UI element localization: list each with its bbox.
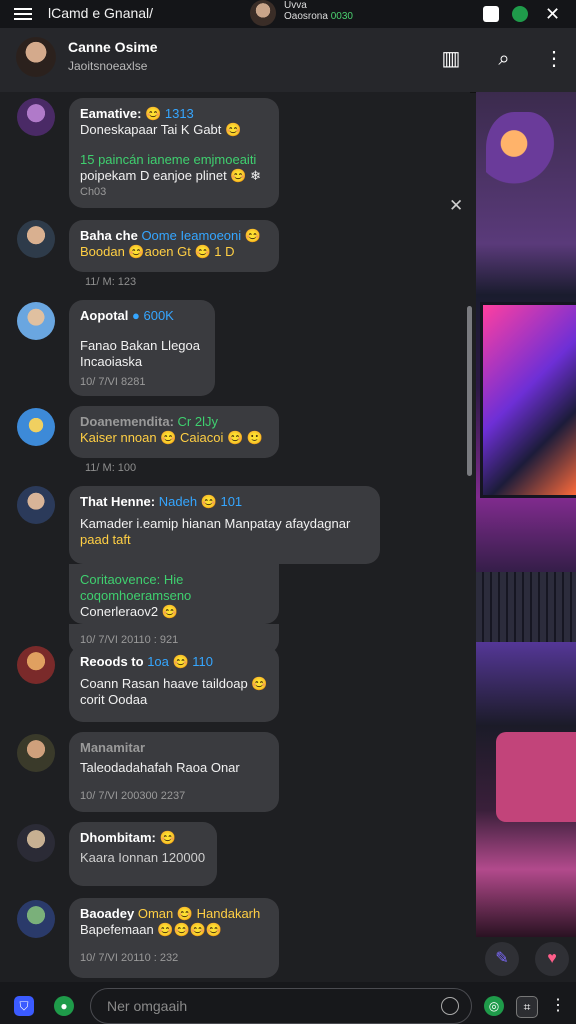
shield-icon[interactable]: ⛉ bbox=[14, 996, 34, 1016]
close-icon[interactable]: ✕ bbox=[449, 196, 463, 216]
now-playing: Uvva Oaosrona 0030 bbox=[284, 0, 353, 22]
sender-tag: ● 600K bbox=[132, 308, 174, 323]
sender-tag: Cr 2lJy bbox=[177, 414, 218, 429]
sender-tag: Oman 😊 Handakarh bbox=[137, 906, 261, 921]
avatar[interactable] bbox=[17, 486, 55, 524]
chat-header: Canne Osime Jaoitsnoeaxlse ▥ ⌕ ⋮ bbox=[0, 28, 576, 93]
sender-tag: Nadeh 😊 101 bbox=[158, 494, 243, 509]
gif-icon[interactable]: ⌗ bbox=[516, 996, 538, 1018]
pen-icon[interactable]: ✎ bbox=[485, 942, 519, 976]
message-text: corit Oodaa bbox=[80, 692, 148, 707]
avatar[interactable] bbox=[16, 37, 56, 77]
message-bubble[interactable]: Baoadey Oman 😊 Handakarh Bapefemaan 😊😊😊😊… bbox=[69, 898, 279, 978]
artwork-monitor bbox=[480, 302, 576, 498]
more-icon[interactable]: ⋮ bbox=[543, 48, 565, 70]
avatar[interactable] bbox=[17, 408, 55, 446]
timestamp: 11/ M: 123 bbox=[85, 276, 137, 288]
message-text: Coritaovence: Hie coqomhoeramseno bbox=[80, 572, 192, 603]
sender-name: Reoods to bbox=[80, 654, 144, 669]
now-playing-badge: 0030 bbox=[330, 11, 353, 22]
avatar[interactable] bbox=[17, 824, 55, 862]
search-icon[interactable]: ⌕ bbox=[493, 48, 515, 70]
chat-title: Canne Osime bbox=[68, 39, 158, 55]
sender-name: Doanemendita: bbox=[80, 414, 174, 429]
message-bubble[interactable]: Dhombitam: 😊 Kaara Ionnan 120000 bbox=[69, 822, 217, 886]
now-playing-line1: Uvva bbox=[284, 0, 307, 11]
scrollbar[interactable] bbox=[467, 306, 472, 476]
emoji-icon[interactable]: ● bbox=[54, 996, 74, 1016]
sender-tag: Oome Ieamoeoni 😊 bbox=[141, 228, 261, 243]
emoji: 😊 bbox=[159, 830, 176, 845]
sender-name: Baoadey bbox=[80, 906, 135, 921]
message-bubble[interactable]: Baha che Oome Ieamoeoni 😊 Boodan 😊aoen G… bbox=[69, 220, 279, 272]
sender-name: That Henne: bbox=[80, 494, 156, 509]
message-text: 15 paincán ianeme emjmoeaiti bbox=[80, 152, 257, 167]
timestamp: 10/ 7/VI 8281 bbox=[80, 376, 146, 388]
message-bubble[interactable]: Manamitar Taleodadahafah Raoa Onar 10/ 7… bbox=[69, 732, 279, 812]
discord-icon[interactable] bbox=[483, 6, 499, 22]
sender-name: Aopotal bbox=[80, 308, 129, 323]
input-placeholder: Ner omgaaih bbox=[107, 998, 188, 1014]
message-text: poipekam D eanjoe plinet 😊 ❄ bbox=[80, 168, 262, 183]
message-bubble[interactable]: Eamative: 😊 1313 Doneskapaar Tai K Gabt … bbox=[69, 98, 279, 208]
message-text: Bapefemaan 😊😊😊😊 bbox=[80, 922, 223, 937]
now-playing-line2: Oaosrona bbox=[284, 11, 328, 22]
message-text: Kaiser nnoan 😊 Caiacoi 😊 🙂 bbox=[80, 430, 263, 445]
sender-tag: 1313 bbox=[164, 106, 194, 121]
sender-name: Eamative: bbox=[80, 106, 142, 121]
close-icon[interactable]: ✕ bbox=[545, 5, 561, 23]
avatar[interactable] bbox=[17, 98, 55, 136]
more-icon[interactable]: ⋮ bbox=[548, 996, 568, 1016]
message-text: Conerleraov2 😊 bbox=[80, 604, 178, 619]
timestamp: 10/ 7/VI 20110 : 232 bbox=[80, 952, 179, 964]
menu-icon[interactable] bbox=[14, 5, 32, 21]
message-text: Taleodadahafah Raoa Onar bbox=[80, 760, 240, 775]
message-text: Doneskapaar Tai K Gabt 😊 bbox=[80, 122, 242, 137]
attach-icon[interactable] bbox=[441, 997, 459, 1015]
timestamp: 11/ M: 100 bbox=[85, 462, 137, 474]
message-text: Coann Rasan haave taildoap 😊 bbox=[80, 676, 268, 691]
message-bubble[interactable]: Aopotal ● 600K Fanao Bakan Llegoa Incaoi… bbox=[69, 300, 215, 396]
chat-list: Eamative: 😊 1313 Doneskapaar Tai K Gabt … bbox=[0, 92, 470, 982]
top-bar: lCamd e Gnanal/ Uvva Oaosrona 0030 ✕ bbox=[0, 0, 576, 28]
message-text: Fanao Bakan Llegoa bbox=[80, 338, 200, 353]
sender-name: Manamitar bbox=[80, 740, 146, 755]
avatar[interactable] bbox=[17, 302, 55, 340]
message-bubble[interactable]: That Henne: Nadeh 😊 101 Kamader i.eamip … bbox=[69, 486, 380, 564]
wallpaper-image bbox=[476, 92, 576, 937]
message-text: Boodan 😊aoen Gt 😊 1 D bbox=[80, 244, 235, 259]
stats-icon[interactable]: ▥ bbox=[440, 48, 462, 70]
sender-name: Dhombitam: bbox=[80, 830, 156, 845]
avatar[interactable] bbox=[17, 646, 55, 684]
heart-icon[interactable]: ♥ bbox=[535, 942, 569, 976]
artwork-keyboard bbox=[476, 572, 576, 642]
chat-subtitle: Jaoitsnoeaxlse bbox=[68, 59, 148, 73]
avatar[interactable] bbox=[17, 220, 55, 258]
avatar[interactable] bbox=[250, 0, 276, 26]
message-text: Incaoiaska bbox=[80, 354, 143, 369]
emoji: 😊 bbox=[145, 106, 162, 121]
message-bubble[interactable]: Doanemendita: Cr 2lJy Kaiser nnoan 😊 Cai… bbox=[69, 406, 279, 458]
message-text: Kamader i.eamip hianan Manpatay afaydagn… bbox=[80, 516, 351, 531]
artwork-figure bbox=[486, 112, 556, 202]
avatar[interactable] bbox=[17, 900, 55, 938]
artwork-mousepad bbox=[496, 732, 576, 822]
timestamp: 10/ 7/VI 200300 2237 bbox=[80, 790, 186, 802]
sticker-icon[interactable]: ◎ bbox=[484, 996, 504, 1016]
sender-tag: 1oa 😊 110 bbox=[147, 654, 214, 669]
timestamp: Ch03 bbox=[80, 186, 107, 198]
sender-name: Baha che bbox=[80, 228, 138, 243]
avatar[interactable] bbox=[17, 734, 55, 772]
message-input[interactable]: Ner omgaaih bbox=[90, 988, 472, 1024]
message-bubble[interactable]: Coritaovence: Hie coqomhoeramseno Conerl… bbox=[69, 564, 279, 624]
message-text: paad taft bbox=[80, 532, 131, 547]
green-status-icon[interactable] bbox=[512, 6, 528, 22]
app-title: lCamd e Gnanal/ bbox=[48, 5, 154, 21]
message-text: Kaara Ionnan 120000 bbox=[80, 850, 206, 865]
message-bubble[interactable]: Reoods to 1oa 😊 110 Coann Rasan haave ta… bbox=[69, 646, 279, 722]
